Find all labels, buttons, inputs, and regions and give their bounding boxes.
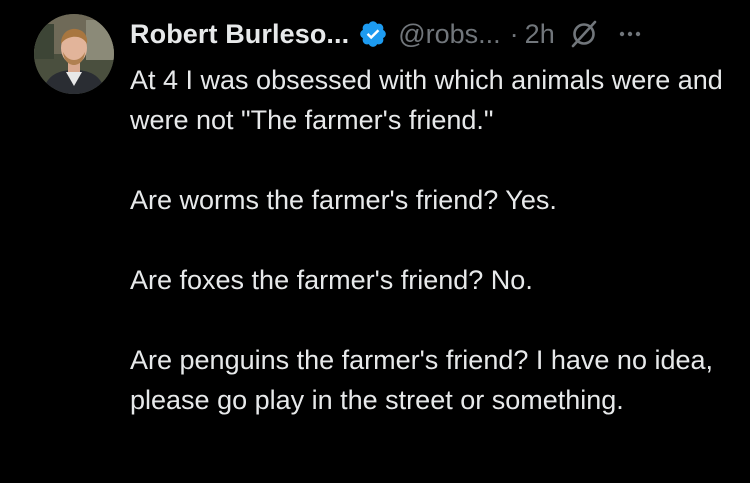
timestamp[interactable]: 2h <box>525 19 555 50</box>
more-icon[interactable] <box>615 19 645 49</box>
author-handle[interactable]: @robs... <box>398 19 500 50</box>
tweet-paragraph: Are foxes the farmer's friend? No. <box>130 265 533 295</box>
tweet-paragraph: Are worms the farmer's friend? Yes. <box>130 185 557 215</box>
avatar[interactable] <box>34 14 114 94</box>
separator-dot: · <box>509 18 519 49</box>
tweet-text: At 4 I was obsessed with which animals w… <box>130 60 730 420</box>
tweet: Robert Burleso... @robs... · 2h At 4 I w… <box>0 0 750 483</box>
tweet-paragraph: Are penguins the farmer's friend? I have… <box>130 345 714 415</box>
verified-badge-icon[interactable] <box>358 19 388 49</box>
avatar-photo-icon <box>34 14 114 94</box>
grok-icon[interactable] <box>569 19 599 49</box>
tweet-paragraph: At 4 I was obsessed with which animals w… <box>130 65 723 135</box>
tweet-header: Robert Burleso... @robs... · 2h <box>130 12 730 56</box>
author-display-name[interactable]: Robert Burleso... <box>130 19 349 50</box>
